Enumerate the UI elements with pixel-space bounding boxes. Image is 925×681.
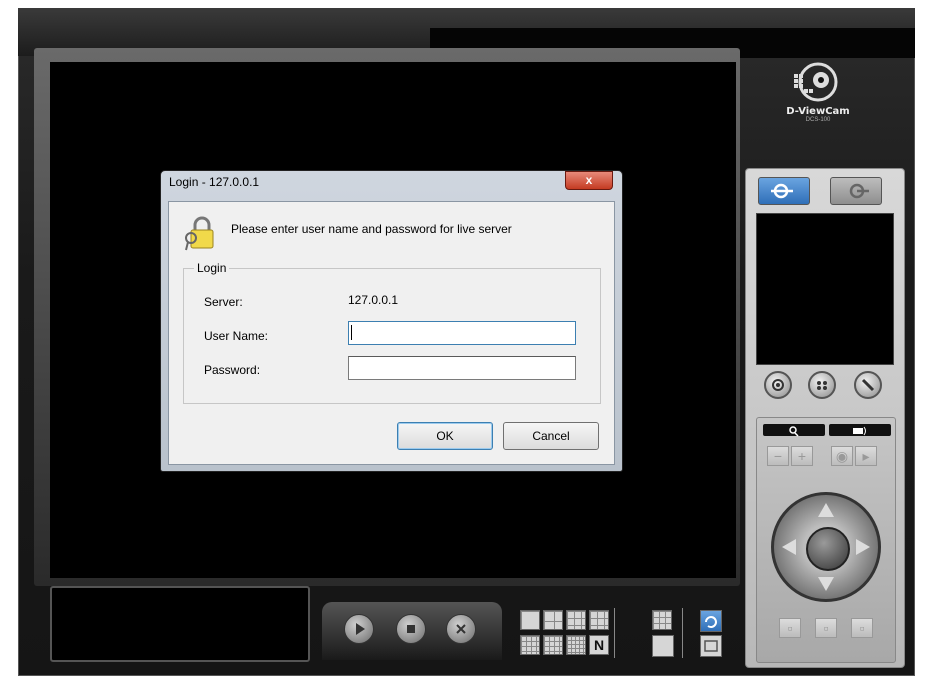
zoom-label-bar (763, 424, 825, 437)
control-panel: − + ◉ ▸ ▫ ▫ ▫ (745, 168, 905, 668)
focus-near-button[interactable]: ◉ (831, 446, 853, 466)
play-button[interactable] (344, 614, 374, 644)
snapshot-icon (817, 381, 827, 390)
settings-button[interactable] (854, 371, 882, 399)
ptz-joystick[interactable] (771, 492, 881, 602)
preset-button-3[interactable]: ▫ (851, 618, 873, 638)
connect-button[interactable] (758, 177, 810, 205)
fit-icon (704, 640, 718, 652)
layout-1-button[interactable] (520, 610, 540, 630)
disconnect-button[interactable] (830, 177, 882, 205)
server-value: 127.0.0.1 (348, 293, 399, 307)
username-field[interactable] (348, 321, 576, 345)
login-dialog: Login - 127.0.0.1 x Please enter user na… (160, 170, 623, 472)
dialog-close-button[interactable]: x (565, 171, 613, 190)
ok-button[interactable]: OK (397, 422, 493, 450)
joystick-knob[interactable] (806, 527, 850, 571)
record-icon (772, 379, 784, 391)
logo: D-ViewCam DCS-100 (780, 60, 856, 132)
sequence-button[interactable] (700, 610, 722, 632)
eye-logo-icon (788, 60, 848, 104)
logo-model: DCS-100 (805, 117, 831, 123)
playback-bar (322, 602, 502, 660)
dialog-prompt: Please enter user name and password for … (231, 222, 512, 236)
layout-9-button[interactable] (589, 610, 609, 630)
layout-16-button[interactable] (543, 635, 563, 655)
lock-icon (183, 216, 217, 252)
divider (614, 608, 615, 658)
layout-25-button[interactable] (566, 635, 586, 655)
password-label: Password: (204, 363, 261, 377)
cancel-button[interactable]: Cancel (503, 422, 599, 450)
close-view-button[interactable] (446, 614, 476, 644)
zoom-out-button[interactable]: − (767, 446, 789, 466)
fullscreen-button[interactable] (652, 635, 674, 657)
layout-4-button[interactable] (543, 610, 563, 630)
layout-13-button[interactable] (520, 635, 540, 655)
status-display (50, 586, 310, 662)
login-group: Login Server: 127.0.0.1 User Name: Passw… (183, 261, 601, 404)
username-field-wrap (348, 321, 576, 345)
dialog-body: Please enter user name and password for … (168, 201, 615, 465)
focus-far-button[interactable]: ▸ (855, 446, 877, 466)
settings-icon (861, 378, 875, 392)
layout-6-button[interactable] (566, 610, 586, 630)
login-group-label: Login (194, 261, 230, 275)
layout-custom-button[interactable] (652, 610, 672, 630)
camera-preview[interactable] (756, 213, 894, 365)
fit-view-button[interactable] (700, 635, 722, 657)
play-icon (356, 623, 365, 635)
close-icon (456, 624, 466, 634)
ptz-section: − + ◉ ▸ ▫ ▫ ▫ (756, 417, 896, 663)
password-field[interactable] (348, 356, 576, 380)
username-label: User Name: (204, 329, 269, 343)
zoom-in-button[interactable]: + (791, 446, 813, 466)
focus-icon (853, 426, 866, 436)
disconnect-icon (849, 183, 869, 199)
preset-button-2[interactable]: ▫ (815, 618, 837, 638)
rotate-icon (705, 616, 717, 628)
snapshot-button[interactable] (808, 371, 836, 399)
zoom-icon (789, 426, 799, 437)
dialog-title: Login - 127.0.0.1 (169, 175, 260, 189)
layout-n-button[interactable]: N (589, 635, 609, 655)
record-button[interactable] (764, 371, 792, 399)
text-caret (351, 325, 352, 340)
stop-icon (407, 625, 415, 633)
preset-button-1[interactable]: ▫ (779, 618, 801, 638)
focus-label-bar (829, 424, 891, 436)
server-label: Server: (204, 295, 243, 309)
connect-icon (771, 183, 793, 199)
divider (682, 608, 683, 658)
logo-name: D-ViewCam (786, 106, 850, 117)
stop-button[interactable] (396, 614, 426, 644)
